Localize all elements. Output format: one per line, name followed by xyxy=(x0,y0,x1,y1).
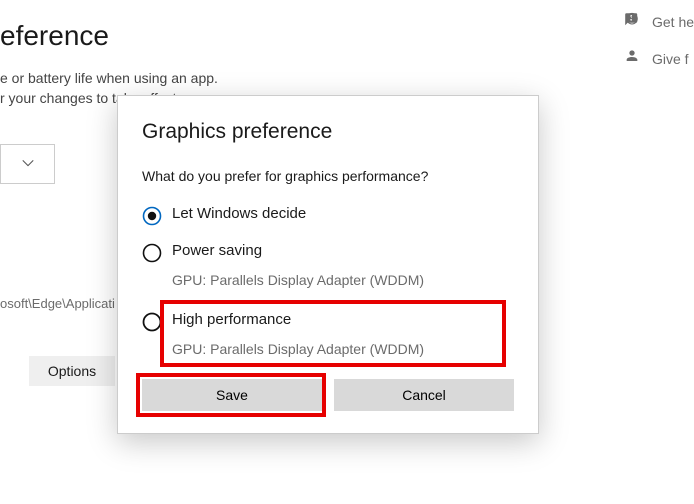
help-icon: ? xyxy=(624,12,640,31)
option-let-windows-decide[interactable]: Let Windows decide xyxy=(142,202,514,229)
get-help-link[interactable]: ? Get he xyxy=(624,12,694,31)
chevron-down-icon xyxy=(21,156,35,173)
radio-unselected-icon xyxy=(142,312,162,332)
option-label: High performance xyxy=(172,311,291,328)
save-button[interactable]: Save xyxy=(142,379,322,411)
option-label: Let Windows decide xyxy=(172,205,306,222)
option-high-performance[interactable]: High performance GPU: Parallels Display … xyxy=(142,300,514,367)
dialog-prompt: What do you prefer for graphics performa… xyxy=(142,168,514,184)
give-feedback-link[interactable]: Give f xyxy=(624,49,694,68)
page-title-fragment: eference xyxy=(0,20,109,52)
graphics-preference-dialog: Graphics preference What do you prefer f… xyxy=(117,95,539,434)
option-power-saving[interactable]: Power saving GPU: Parallels Display Adap… xyxy=(142,239,514,288)
option-gpu-sub: GPU: Parallels Display Adapter (WDDM) xyxy=(172,272,514,288)
dropdown-fragment[interactable] xyxy=(0,144,55,184)
radio-selected-icon xyxy=(142,206,162,226)
options-button[interactable]: Options xyxy=(29,356,115,386)
app-path-text: osoft\Edge\Applicati xyxy=(0,296,115,311)
option-label: Power saving xyxy=(172,242,262,259)
feedback-icon xyxy=(624,49,640,68)
page-desc-line1: e or battery life when using an app. xyxy=(0,70,218,86)
svg-text:?: ? xyxy=(630,14,634,23)
option-gpu-sub: GPU: Parallels Display Adapter (WDDM) xyxy=(172,341,514,357)
radio-unselected-icon xyxy=(142,243,162,263)
dialog-title: Graphics preference xyxy=(142,120,514,144)
cancel-button[interactable]: Cancel xyxy=(334,379,514,411)
dialog-button-row: Save Cancel xyxy=(142,379,514,411)
